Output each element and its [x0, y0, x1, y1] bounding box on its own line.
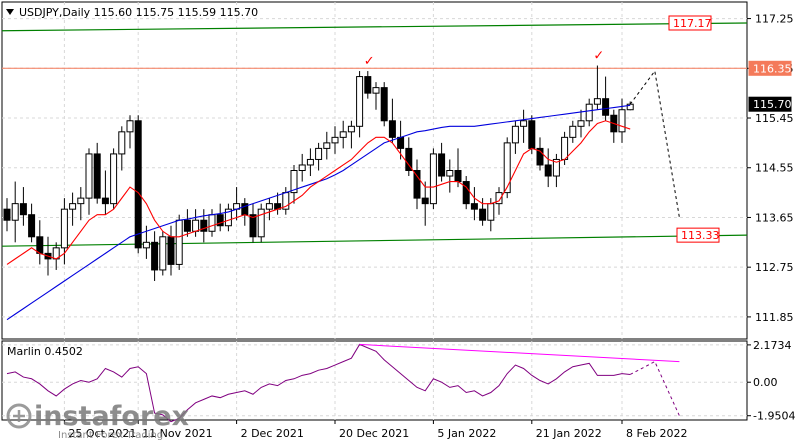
candle-bull [208, 214, 216, 232]
candle-bull [339, 131, 347, 138]
candle-bear [183, 219, 191, 232]
candle-bear [602, 98, 610, 116]
price-tag-label: 117.17 [673, 17, 712, 30]
candle-bull [192, 219, 200, 232]
candle-bull [11, 203, 19, 221]
candle-bear [413, 170, 421, 199]
x-tick-label: 21 Jan 2022 [536, 427, 602, 440]
candle-bull [356, 76, 364, 127]
candle-bull [372, 87, 380, 94]
top-marker: ✓ [593, 49, 604, 64]
candle-bull [323, 142, 331, 149]
candle-bull [85, 153, 93, 199]
candle-bear [397, 136, 405, 149]
top-marker: ✓ [364, 54, 375, 69]
candle-bear [454, 170, 462, 183]
candle-bull [110, 153, 118, 205]
candle-bull [298, 164, 306, 171]
symbol-header: USDJPY,Daily 115.60 115.75 115.59 115.70 [6, 6, 258, 19]
candle-bull [429, 153, 437, 205]
candle-bull [60, 208, 68, 249]
x-tick-label: 20 Dec 2021 [339, 427, 409, 440]
candle-bull [561, 136, 569, 160]
candle-bull [577, 120, 585, 127]
candle-bull [503, 142, 511, 194]
candle-bull [118, 131, 126, 155]
candle-bear [479, 208, 487, 221]
candle-bull [142, 241, 150, 249]
candle-bull [593, 98, 601, 105]
candle-bull [257, 208, 265, 238]
candle-bull [331, 136, 339, 144]
candle-bear [388, 120, 396, 138]
y-tick-label: 115.45 [755, 112, 794, 125]
candle-bear [151, 241, 159, 271]
oscillator-title: Marlin 0.4502 [7, 345, 83, 358]
y-tick-label: 111.85 [755, 311, 794, 324]
candle-bear [134, 120, 142, 249]
candle-bull [306, 158, 314, 166]
candle-bear [101, 197, 109, 205]
candle-bear [364, 76, 372, 94]
candle-bull [446, 170, 454, 177]
candle-bull [585, 103, 593, 122]
candle-bear [470, 203, 478, 210]
candle-bear [28, 214, 36, 238]
candle-bear [421, 197, 429, 205]
y-tick-label: 113.65 [755, 211, 794, 224]
candle-bear [528, 120, 536, 149]
symbol-line: USDJPY,Daily 115.60 115.75 115.59 115.70 [19, 6, 258, 19]
x-tick-label: 5 Jan 2022 [437, 427, 496, 440]
candle-bear [462, 181, 470, 205]
candle-bear [36, 236, 44, 254]
candle-bull [315, 147, 323, 160]
y-tick-label: 117.25 [755, 13, 794, 26]
price-tag-label: 115.70 [753, 98, 792, 111]
candle-bull [175, 219, 183, 265]
candle-bull [126, 120, 134, 133]
candle-bear [438, 153, 446, 177]
candle-bear [380, 87, 388, 122]
candle-bull [487, 203, 495, 221]
candle-bear [93, 153, 101, 199]
candle-bear [3, 208, 11, 221]
candle-bear [167, 236, 175, 265]
candle-bull [77, 197, 85, 205]
osc-y-tick-label: 0.00 [753, 376, 778, 389]
candle-bull [159, 236, 167, 271]
candle-bull [265, 203, 273, 210]
y-tick-label: 114.55 [755, 162, 794, 175]
price-tag-label: 116.35 [753, 62, 792, 75]
candle-bull [511, 125, 519, 144]
candle-bull [626, 103, 634, 111]
candle-bull [520, 120, 528, 127]
y-tick-label: 112.75 [755, 261, 794, 274]
osc-y-tick-label: -1.9504 [753, 410, 795, 423]
x-tick-label: 8 Feb 2022 [626, 427, 687, 440]
x-tick-label: 2 Dec 2021 [241, 427, 304, 440]
chart: ✓ ✓ 117.25 116.35 115.45 114.55 113.65 112.75 1… [0, 0, 804, 445]
candle-bear [544, 164, 552, 177]
candle-bear [19, 203, 27, 216]
watermark-tagline: Instant Forex Trading [58, 430, 163, 441]
candle-bull [69, 203, 77, 210]
candle-bull [618, 109, 626, 133]
price-tag-label: 113.33 [681, 229, 720, 242]
osc-y-tick-label: 2.1734 [753, 339, 792, 352]
candle-bull [569, 125, 577, 138]
main-panel: ✓ ✓ 117.25 116.35 115.45 114.55 113.65 112.75 1… [1, 1, 794, 340]
watermark-brand: instaforex [34, 401, 189, 432]
candle-bull [347, 125, 355, 133]
